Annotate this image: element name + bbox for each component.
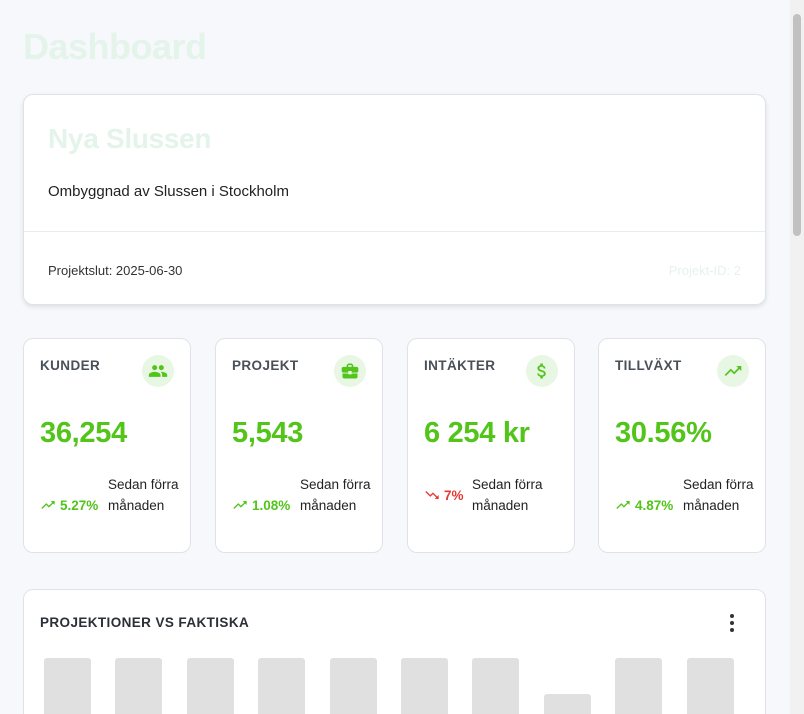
stat-card-intakter: INTÄKTER 6 254 kr 7% Sedan förra månaden [407, 338, 575, 553]
chart-bar [472, 658, 520, 714]
stat-change-value: 7% [444, 487, 464, 503]
dashboard-page: Dashboard Nya Slussen Ombyggnad av Sluss… [0, 0, 790, 714]
scrollbar[interactable] [790, 0, 804, 714]
stat-note: Sedan förra månaden [683, 477, 754, 513]
chart-card: PROJEKTIONER VS FAKTISKA [23, 589, 766, 714]
stat-change: 5.27% [40, 497, 98, 513]
project-description: Ombyggnad av Slussen i Stockholm [48, 183, 289, 200]
stat-title: TILLVÄXT [615, 358, 682, 373]
trending-up-icon [717, 355, 749, 387]
more-vertical-icon[interactable] [725, 614, 739, 632]
users-icon [142, 355, 174, 387]
trending-down-icon [425, 491, 439, 499]
chart-bar [401, 658, 448, 714]
stat-card-kunder: KUNDER 36,254 5.27% Sedan förra månaden [23, 338, 191, 553]
stat-change-value: 4.87% [635, 497, 674, 513]
project-name: Nya Slussen [48, 123, 212, 154]
stat-card-tillvaxt: TILLVÄXT 30.56% 4.87% Sedan förra månade… [598, 338, 766, 553]
trending-up-icon [233, 501, 247, 509]
stat-title: KUNDER [40, 358, 101, 373]
stat-note: Sedan förra månaden [108, 477, 179, 513]
stat-change: 4.87% [615, 497, 673, 513]
stat-title: INTÄKTER [424, 358, 496, 373]
stat-change: 1.08% [232, 497, 290, 513]
stat-value: 36,254 [40, 417, 127, 449]
stat-change-value: 5.27% [60, 497, 99, 513]
chart-bar [615, 658, 663, 714]
project-card: Nya Slussen Ombyggnad av Slussen i Stock… [23, 94, 766, 305]
scrollbar-thumb[interactable] [793, 14, 801, 236]
project-end-date: Projektslut: 2025-06-30 [48, 263, 183, 278]
chart-bar [329, 658, 377, 714]
stat-value: 6 254 kr [424, 417, 530, 449]
stat-title: PROJEKT [232, 358, 299, 373]
chart-bar [543, 694, 591, 714]
page-title: Dashboard [23, 26, 207, 67]
dollar-icon [526, 355, 558, 387]
chart-title: PROJEKTIONER VS FAKTISKA [40, 615, 250, 630]
chart-bar [686, 658, 734, 714]
stat-value: 30.56% [615, 417, 712, 449]
stat-change-value: 1.08% [252, 497, 291, 513]
stat-value: 5,543 [232, 417, 304, 449]
stat-note: Sedan förra månaden [300, 477, 371, 513]
chart-bar [186, 658, 234, 714]
briefcase-icon [334, 355, 366, 387]
project-id: Projekt-ID: 2 [668, 263, 741, 278]
trending-up-icon [616, 501, 630, 509]
stat-note: Sedan förra månaden [472, 477, 543, 513]
stat-change: 7% [424, 487, 464, 503]
divider [24, 231, 765, 232]
chart-bar [258, 658, 306, 714]
chart-bar [115, 658, 163, 714]
chart-bar [44, 658, 91, 714]
stat-card-projekt: PROJEKT 5,543 1.08% Sedan förra månaden [215, 338, 383, 553]
trending-up-icon [41, 501, 55, 509]
